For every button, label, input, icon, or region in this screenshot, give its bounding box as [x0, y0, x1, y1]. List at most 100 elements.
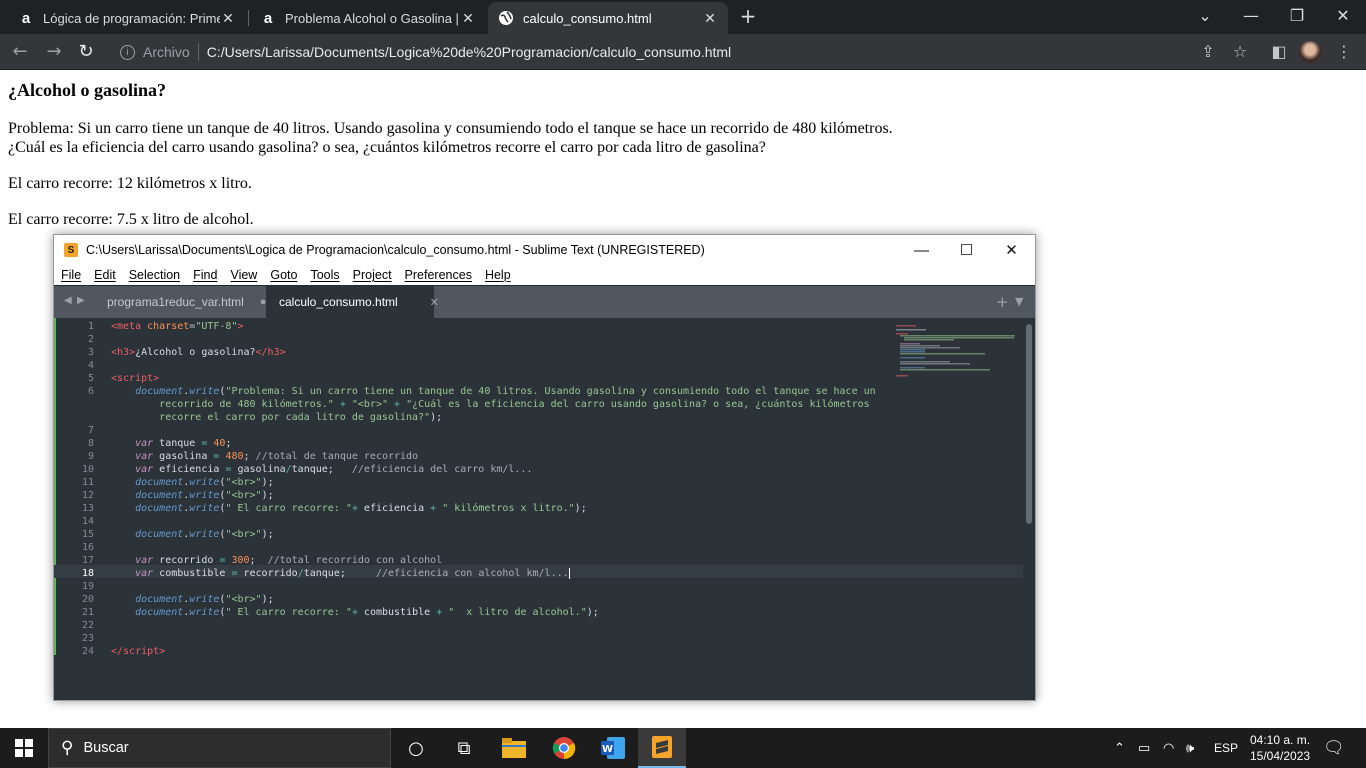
- editor-tab-inactive[interactable]: programa1reduc_var.html ●: [94, 286, 266, 318]
- maximize-icon[interactable]: ☐: [944, 235, 989, 265]
- line-number: 10: [81, 464, 94, 475]
- battery-icon[interactable]: ▭: [1138, 728, 1150, 768]
- windows-start-icon[interactable]: [0, 728, 48, 768]
- clock-time: 04:10 a. m.: [1250, 733, 1311, 747]
- taskbar-search-box[interactable]: ⚲ Buscar: [48, 728, 391, 768]
- chrome-icon[interactable]: [540, 728, 588, 768]
- clock[interactable]: 04:10 a. m. 15/04/2023: [1250, 728, 1310, 768]
- code-line: var gasolina = 480; //total de tanque re…: [135, 451, 419, 462]
- menu-tools[interactable]: Tools: [310, 268, 339, 282]
- profile-avatar[interactable]: [1299, 41, 1321, 63]
- code-line-current: var combustible = recorrido/tanque; //ef…: [111, 567, 576, 580]
- sublime-text-window[interactable]: S C:\Users\Larissa\Documents\Logica de P…: [53, 234, 1036, 701]
- cortana-circle-icon[interactable]: ○: [392, 728, 440, 768]
- line-number: 16: [81, 542, 94, 553]
- line-number: 14: [81, 516, 94, 527]
- sublime-taskbar-icon[interactable]: [638, 728, 686, 768]
- line-number: 24: [81, 646, 94, 657]
- info-icon[interactable]: i: [120, 44, 135, 60]
- tab-left-arrow-icon[interactable]: ◀: [64, 295, 72, 306]
- word-icon[interactable]: W: [589, 728, 637, 768]
- code-line: document.write("<br>");: [135, 594, 274, 605]
- minimize-icon[interactable]: —: [1228, 0, 1274, 30]
- language-indicator[interactable]: ESP: [1214, 728, 1238, 768]
- line-number: 17: [81, 555, 94, 566]
- close-icon[interactable]: ✕: [989, 235, 1034, 265]
- code-line: </script>: [111, 646, 166, 657]
- question-text: ¿Cuál es la eficiencia del carro usando …: [8, 139, 766, 156]
- tab-title: Lógica de programación: Primeros: [43, 10, 220, 26]
- vertical-scrollbar[interactable]: [1023, 318, 1035, 700]
- menu-edit[interactable]: Edit: [94, 268, 116, 282]
- line-number: 19: [81, 581, 94, 592]
- omnibox-divider: [197, 43, 199, 61]
- forward-arrow-icon[interactable]: →: [42, 40, 66, 64]
- new-tab-plus-icon[interactable]: +: [737, 6, 759, 28]
- back-arrow-icon[interactable]: ←: [8, 40, 32, 64]
- restore-icon[interactable]: ❐: [1274, 0, 1320, 30]
- tab-close-icon[interactable]: ✕: [430, 296, 439, 309]
- line-number: 3: [87, 347, 94, 358]
- task-view-icon[interactable]: ⧉: [440, 728, 488, 768]
- notifications-icon[interactable]: 🗨: [1323, 728, 1345, 768]
- volume-icon[interactable]: 🕪: [1186, 728, 1194, 768]
- line-number: 6: [87, 386, 94, 397]
- code-line: document.write(" El carro recorre: "+ ef…: [135, 503, 587, 514]
- search-placeholder: Buscar: [83, 740, 129, 756]
- menu-help[interactable]: Help: [485, 268, 511, 282]
- browser-tab-3-active[interactable]: calculo_consumo.html ✕: [488, 2, 728, 34]
- tab-search-chevron-icon[interactable]: ⌄: [1182, 0, 1228, 30]
- code-line: <h3>¿Alcohol o gasolina?</h3>: [111, 347, 286, 358]
- editor-tab-label: calculo_consumo.html: [279, 295, 398, 309]
- line-number: 13: [81, 503, 94, 514]
- tab-title: calculo_consumo.html: [523, 10, 652, 26]
- tab-right-arrow-icon[interactable]: ▶: [77, 295, 85, 306]
- reload-icon[interactable]: ↻: [74, 40, 98, 64]
- menu-project[interactable]: Project: [353, 268, 392, 282]
- minimize-icon[interactable]: —: [899, 235, 944, 265]
- bookmark-star-icon[interactable]: ☆: [1229, 41, 1251, 63]
- clock-date: 15/04/2023: [1250, 749, 1311, 763]
- show-hidden-icons-chevron-icon[interactable]: ⌃: [1114, 728, 1125, 768]
- code-line: document.write(" El carro recorre: "+ co…: [135, 607, 599, 618]
- line-number: 11: [81, 477, 94, 488]
- browser-tab-1[interactable]: a Lógica de programación: Primeros ✕: [8, 2, 246, 34]
- line-number: 22: [81, 620, 94, 631]
- browser-tab-2[interactable]: a Problema Alcohol o Gasolina | Lóg ✕: [250, 2, 486, 34]
- tab-dropdown-icon[interactable]: ▼: [1015, 295, 1023, 308]
- menu-file[interactable]: File: [61, 268, 81, 282]
- line-number: 15: [81, 529, 94, 540]
- tab-close-icon[interactable]: ✕: [460, 10, 476, 27]
- new-tab-plus-icon[interactable]: +: [996, 293, 1009, 311]
- menu-selection[interactable]: Selection: [129, 268, 180, 282]
- file-explorer-icon[interactable]: [490, 728, 538, 768]
- line-number: 21: [81, 607, 94, 618]
- sublime-title-bar: S C:\Users\Larissa\Documents\Logica de P…: [54, 235, 1035, 265]
- editor-tab-label: programa1reduc_var.html: [107, 295, 244, 309]
- share-icon[interactable]: ⇪: [1197, 41, 1219, 63]
- globe-icon: [498, 10, 514, 26]
- code-line: var recorrido = 300; //total recorrido c…: [135, 555, 443, 566]
- menu-view[interactable]: View: [230, 268, 257, 282]
- code-editor[interactable]: 1 3 2 4 5 6 7 8 9 10 11 12 13 14 15 16 1…: [54, 318, 1023, 700]
- editor-tab-active[interactable]: calculo_consumo.html ✕: [266, 286, 439, 318]
- browser-tab-bar: a Lógica de programación: Primeros ✕ a P…: [0, 0, 1366, 34]
- menu-find[interactable]: Find: [193, 268, 217, 282]
- wifi-icon[interactable]: ◠: [1163, 728, 1174, 768]
- code-minimap[interactable]: [894, 324, 1019, 384]
- side-panel-icon[interactable]: ◧: [1268, 41, 1290, 63]
- menu-goto[interactable]: Goto: [270, 268, 297, 282]
- tab-close-icon[interactable]: ✕: [220, 10, 236, 27]
- omnibox[interactable]: i Archivo C:/Users/Larissa/Documents/Log…: [110, 38, 1265, 66]
- menu-preferences[interactable]: Preferences: [405, 268, 472, 282]
- windows-taskbar: ⚲ Buscar ○ ⧉ W ⌃ ▭ ◠ 🕪 ESP 04:10 a. m. 1…: [0, 728, 1366, 768]
- line-number-current: 18: [81, 568, 94, 579]
- sublime-tab-bar: ◀ ▶ programa1reduc_var.html ● calculo_co…: [54, 286, 1035, 318]
- close-window-icon[interactable]: ✕: [1320, 0, 1366, 30]
- scrollbar-thumb[interactable]: [1026, 324, 1032, 524]
- tab-title: Problema Alcohol o Gasolina | Lóg: [285, 10, 460, 26]
- url-text[interactable]: C:/Users/Larissa/Documents/Logica%20de%2…: [207, 44, 731, 60]
- tab-close-icon[interactable]: ✕: [702, 10, 718, 27]
- line-number: 20: [81, 594, 94, 605]
- menu-kebab-icon[interactable]: ⋮: [1333, 41, 1355, 63]
